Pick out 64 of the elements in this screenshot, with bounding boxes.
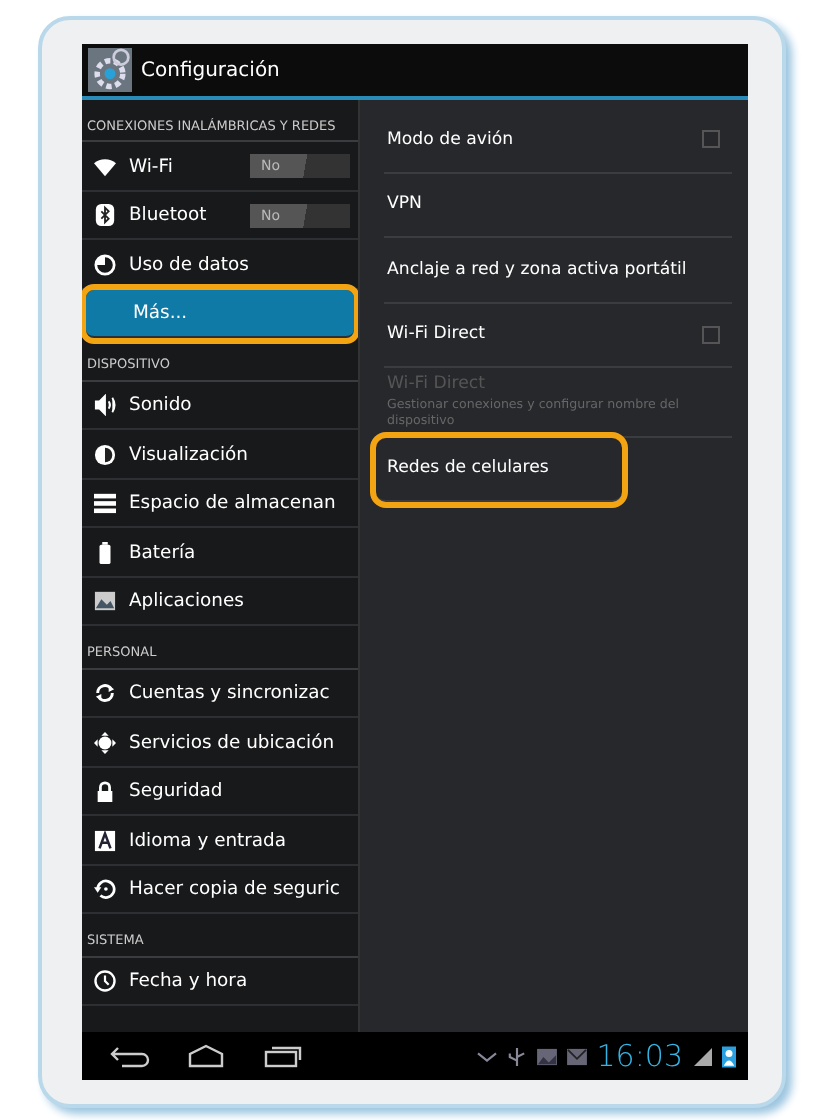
- item-label: Más...: [133, 302, 188, 325]
- settings-row[interactable]: VPN: [383, 173, 731, 238]
- setting-title: Anclaje a red y zona activa portátil: [387, 259, 689, 280]
- chevron-down-icon[interactable]: [476, 1047, 499, 1065]
- back-icon[interactable]: [109, 1044, 149, 1068]
- lock-icon: [93, 780, 115, 803]
- item-label: Servicios de ubicación: [129, 731, 335, 754]
- setting-title: Redes de celulares: [387, 458, 551, 479]
- setting-title: Modo de avión: [387, 129, 516, 150]
- setting-title: Wi-Fi Direct: [387, 324, 487, 345]
- pie-chart-icon: [93, 253, 115, 276]
- item-label: Uso de datos: [129, 253, 249, 276]
- sync-icon: [93, 682, 115, 705]
- settings-row[interactable]: Wi-Fi Direct: [383, 303, 731, 368]
- clock-icon: [93, 970, 115, 993]
- sidebar-item[interactable]: Idioma y entrada: [81, 816, 357, 866]
- image-icon: [536, 1047, 559, 1065]
- checkbox[interactable]: [701, 325, 719, 344]
- sidebar-item[interactable]: Sonido: [81, 381, 357, 431]
- item-label: Aplicaciones: [129, 590, 244, 613]
- person-icon: [721, 1045, 735, 1067]
- item-label: Visualización: [129, 443, 248, 466]
- home-icon[interactable]: [185, 1044, 225, 1068]
- settings-row[interactable]: Anclaje a red y zona activa portátil: [383, 238, 731, 303]
- setting-title: VPN: [387, 194, 424, 215]
- sidebar-item[interactable]: Batería: [81, 528, 357, 578]
- sidebar-item[interactable]: Cuentas y sincronizac: [81, 669, 357, 719]
- mail-icon: [566, 1047, 589, 1065]
- speaker-icon: [93, 394, 115, 417]
- item-label: Cuentas y sincronizac: [129, 682, 330, 705]
- item-label: Hacer copia de seguric: [129, 878, 340, 901]
- location-icon: [93, 731, 115, 754]
- storage-icon: [93, 492, 115, 515]
- sidebar-item[interactable]: Hacer copia de seguric: [81, 865, 357, 915]
- item-label: Wi-Fi: [129, 155, 173, 178]
- settings-row[interactable]: Redes de celulares: [375, 437, 621, 503]
- item-label: Seguridad: [129, 780, 223, 803]
- bluetooth-icon: [93, 204, 115, 227]
- signal-icon: [691, 1047, 713, 1065]
- keyboard-letter-icon: [93, 829, 115, 852]
- sidebar-item[interactable]: Más...: [85, 289, 353, 339]
- item-label: Batería: [129, 541, 196, 564]
- recent-apps-icon[interactable]: [261, 1044, 301, 1068]
- sidebar-item[interactable]: Visualización: [81, 430, 357, 480]
- brightness-icon: [93, 443, 115, 466]
- settings-row[interactable]: Modo de avión: [383, 108, 731, 173]
- sidebar-item[interactable]: Servicios de ubicación: [81, 718, 357, 768]
- sidebar-item[interactable]: Seguridad: [81, 767, 357, 817]
- item-label: Bluetoot: [129, 204, 207, 227]
- sidebar-item[interactable]: Aplicaciones: [81, 577, 357, 627]
- checkbox[interactable]: [701, 130, 719, 149]
- window-title: Configuración: [141, 59, 280, 81]
- item-label: Idioma y entrada: [129, 829, 287, 852]
- item-label: Sonido: [129, 394, 192, 417]
- item-label: Espacio de almacenan: [129, 492, 336, 515]
- usb-icon: [506, 1047, 529, 1065]
- item-label: Fecha y hora: [129, 970, 248, 993]
- wifi-icon: [93, 155, 115, 178]
- gear-icon: [87, 48, 131, 92]
- sidebar-item[interactable]: Fecha y hora: [81, 957, 357, 1007]
- sidebar-item[interactable]: Espacio de almacenan: [81, 479, 357, 529]
- backup-icon: [93, 878, 115, 901]
- clock-time: 16:03: [596, 1038, 683, 1074]
- picture-icon: [93, 590, 115, 613]
